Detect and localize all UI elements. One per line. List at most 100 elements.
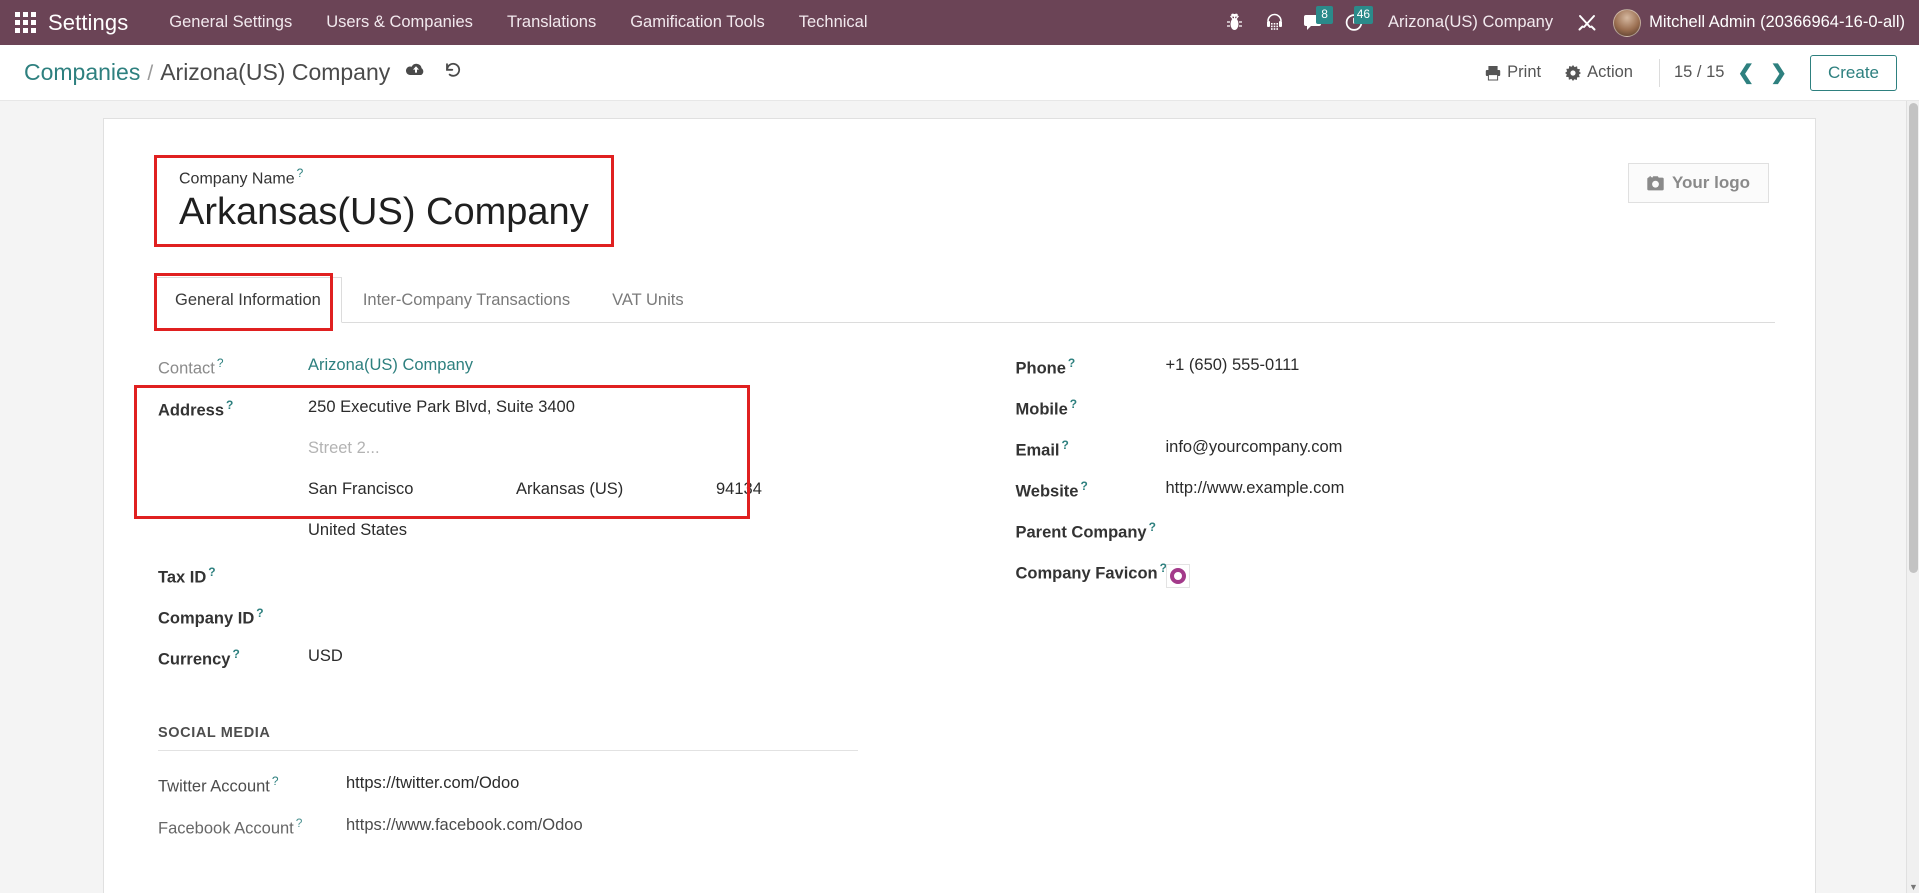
twitter-label: Twitter Account? [158,767,346,809]
currency-label: Currency? [158,640,308,670]
messages-icon[interactable]: 8 [1294,0,1334,45]
tab-inter-company-transactions[interactable]: Inter-Company Transactions [342,277,591,323]
your-logo-label: Your logo [1671,173,1750,192]
menu-general-settings[interactable]: General Settings [152,0,309,45]
your-logo-button[interactable]: Your logo [1627,163,1769,203]
record-dirty-actions [406,61,462,84]
address-country-spacer [158,514,308,521]
website-input[interactable]: http://www.example.com [1166,472,1736,498]
field-row-website: Website? http://www.example.com [1016,472,1736,512]
menu-users-companies[interactable]: Users & Companies [309,0,490,45]
tab-general-information[interactable]: General Information [154,277,342,324]
contact-label-text: Contact [158,359,215,378]
twitter-input[interactable]: https://twitter.com/Odoo [346,767,519,809]
content-area: Your logo Company Name? Arkansas(US) Com… [0,101,1919,893]
company-name-field-highlighted: Company Name? Arkansas(US) Company [154,155,614,248]
field-row-contact: Contact? Arizona(US) Company [158,349,920,389]
address-state-input[interactable]: Arkansas (US) [516,473,716,507]
chevron-left-icon[interactable]: ❮ [1734,61,1757,85]
company-id-help-icon[interactable]: ? [256,606,263,620]
favicon-swatch-icon[interactable] [1165,564,1190,589]
company-name-input[interactable]: Arkansas(US) Company [179,190,589,235]
company-favicon-value[interactable] [1165,554,1736,589]
breadcrumb: Companies / Arizona(US) Company [24,59,390,86]
pager: 15 / 15 ❮ ❯ [1674,61,1790,85]
email-input[interactable]: info@yourcompany.com [1166,431,1736,457]
email-help-icon[interactable]: ? [1062,438,1069,452]
facebook-help-icon[interactable]: ? [296,816,303,830]
facebook-label-text: Facebook Account [158,819,294,838]
company-name-label-row: Company Name? [179,166,589,188]
contact-value[interactable]: Arizona(US) Company [308,349,920,375]
field-row-currency: Currency? USD [158,640,920,680]
support-icon[interactable] [1254,0,1294,45]
tab-vat-units[interactable]: VAT Units [591,277,705,323]
form-notebook-tabs: General Information Inter-Company Transa… [154,273,1775,332]
form-column-right: Phone? +1 (650) 555-0111 Mobile? Email? … [960,349,1776,681]
cloud-save-icon[interactable] [406,62,426,83]
vertical-scrollbar[interactable]: ▲ ▼ [1906,101,1919,893]
address-street-input[interactable]: 250 Executive Park Blvd, Suite 3400 [308,391,920,417]
scroll-down-arrow[interactable]: ▼ [1909,882,1918,892]
chevron-right-icon[interactable]: ❯ [1767,61,1790,85]
address-help-icon[interactable]: ? [226,398,233,412]
address-block-highlighted: Address? 250 Executive Park Blvd, Suite … [134,385,920,554]
camera-icon [1647,175,1664,190]
breadcrumb-companies[interactable]: Companies [24,59,140,86]
breadcrumb-current-record: Arizona(US) Company [160,59,391,85]
avatar[interactable] [1613,8,1642,37]
tax-id-input[interactable] [308,558,920,565]
menu-translations[interactable]: Translations [490,0,613,45]
control-panel: Companies / Arizona(US) Company Print Ac… [0,45,1919,101]
parent-company-label-text: Parent Company [1015,523,1147,542]
field-row-mobile: Mobile? [1016,390,1736,430]
field-row-address-street2: Street 2... [158,432,920,472]
form-column-left: Contact? Arizona(US) Company Address? 25… [134,349,960,681]
address-street2-input[interactable]: Street 2... [308,432,920,458]
menu-technical[interactable]: Technical [782,0,885,45]
field-row-company-favicon: Company Favicon? [1016,554,1736,594]
action-button[interactable]: Action [1553,59,1645,86]
address-country-input[interactable]: United States [308,514,920,540]
top-navbar: Settings General Settings Users & Compan… [0,0,1919,45]
address-city-input[interactable]: San Francisco [308,473,516,507]
bug-icon[interactable] [1214,0,1254,45]
app-brand-settings[interactable]: Settings [48,10,128,36]
menu-gamification-tools[interactable]: Gamification Tools [613,0,782,45]
field-row-company-id: Company ID? [158,599,920,639]
apps-grid-icon[interactable] [8,0,42,45]
address-label-text: Address [158,401,225,420]
company-switcher[interactable]: Arizona(US) Company [1374,13,1567,32]
parent-company-help-icon[interactable]: ? [1149,520,1156,534]
discard-undo-icon[interactable] [444,61,462,84]
parent-company-input[interactable] [1166,513,1736,520]
tools-icon[interactable] [1567,0,1607,45]
activities-icon[interactable]: 46 [1334,0,1374,45]
currency-value[interactable]: USD [308,640,920,666]
scrollbar-thumb[interactable] [1909,103,1918,573]
facebook-input[interactable]: https://www.facebook.com/Odoo [346,809,583,851]
phone-label-text: Phone [1015,359,1066,378]
print-button[interactable]: Print [1473,59,1553,86]
address-zip-input[interactable]: 94134 [716,473,836,507]
mobile-input[interactable] [1166,390,1736,397]
address-label: Address? [158,391,308,421]
create-button[interactable]: Create [1809,54,1897,91]
phone-help-icon[interactable]: ? [1068,356,1075,370]
company-id-input[interactable] [308,599,920,606]
website-help-icon[interactable]: ? [1080,479,1087,493]
tax-id-help-icon[interactable]: ? [208,565,215,579]
company-name-help-icon[interactable]: ? [297,166,304,180]
control-divider [1658,58,1660,87]
field-row-address-country: United States [158,514,920,554]
contact-help-icon[interactable]: ? [217,356,224,370]
navbar-right-cluster: 8 46 Arizona(US) Company Mitchell Admin … [1214,0,1919,45]
parent-company-label: Parent Company? [1016,513,1166,543]
address-city-spacer [158,473,308,480]
phone-input[interactable]: +1 (650) 555-0111 [1166,349,1736,375]
twitter-help-icon[interactable]: ? [272,774,279,788]
currency-help-icon[interactable]: ? [232,647,239,661]
mobile-help-icon[interactable]: ? [1070,397,1077,411]
user-menu[interactable]: Mitchell Admin (20366964-16-0-all) [1649,13,1911,32]
twitter-label-text: Twitter Account [158,777,270,796]
